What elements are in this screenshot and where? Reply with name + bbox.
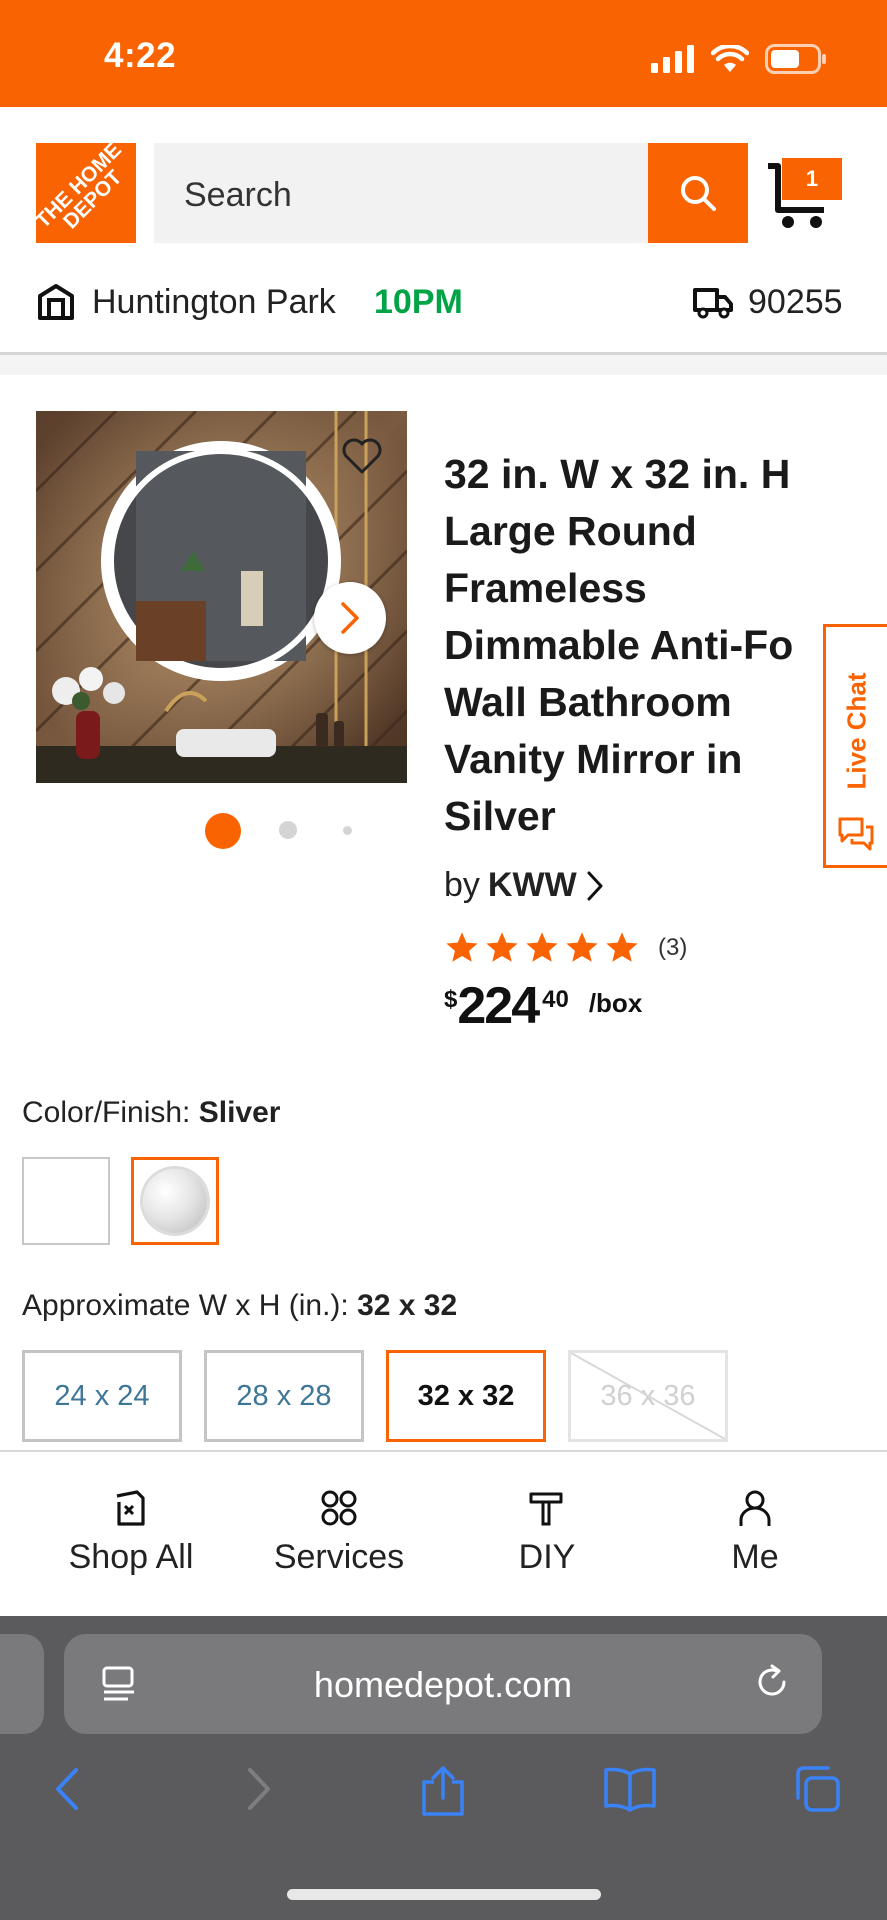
url-text: homedepot.com xyxy=(313,1664,573,1705)
diy-hammer-icon xyxy=(529,1492,563,1526)
star-icon xyxy=(446,932,478,962)
battery-icon xyxy=(765,44,826,74)
size-option-label: 24 x 24 xyxy=(54,1379,150,1412)
cart-button[interactable]: 1 xyxy=(766,152,858,232)
size-title: Approximate W x H (in.): xyxy=(22,1289,358,1322)
browser-chrome: homedepot.com xyxy=(0,1616,887,1920)
brand-name: KWW xyxy=(487,866,577,904)
size-option-unavailable[interactable]: 36 x 36 xyxy=(568,1350,728,1442)
home-depot-logo[interactable]: THE HOME DEPOT xyxy=(36,143,136,243)
home-indicator[interactable] xyxy=(287,1889,601,1900)
store-icon xyxy=(38,284,74,320)
back-icon[interactable] xyxy=(50,1764,86,1814)
chevron-right-icon xyxy=(341,602,359,634)
nav-services[interactable]: Services xyxy=(234,1452,444,1618)
rating-stars[interactable]: (3) xyxy=(444,930,687,966)
nav-label: Me xyxy=(731,1538,779,1576)
price-symbol: $ xyxy=(444,986,458,1013)
bottom-nav: Shop All Services DIY Me xyxy=(0,1450,887,1616)
nav-me[interactable]: Me xyxy=(650,1452,860,1618)
store-row[interactable]: Huntington Park 10PM 90255 xyxy=(0,268,887,354)
size-value: 32 x 32 xyxy=(357,1289,458,1322)
delivery-truck-icon xyxy=(693,288,733,319)
live-chat-label: Live Chat xyxy=(841,672,871,790)
tabs-icon[interactable] xyxy=(792,1764,844,1814)
color-finish-title: Color/Finish: xyxy=(22,1096,199,1129)
forward-icon[interactable] xyxy=(240,1764,276,1814)
rating-count: (3) xyxy=(658,934,688,961)
search-icon xyxy=(681,176,716,211)
search-placeholder: Search xyxy=(184,176,292,214)
nav-shop-all[interactable]: Shop All xyxy=(26,1452,236,1618)
nav-label: Services xyxy=(273,1538,405,1576)
person-icon xyxy=(739,1490,771,1526)
nav-diy[interactable]: DIY xyxy=(442,1452,652,1618)
chevron-right-icon xyxy=(587,871,603,900)
swatch-mirror-image xyxy=(143,1169,207,1233)
delivery-zip: 90255 xyxy=(748,283,843,321)
image-dot-active[interactable] xyxy=(205,813,241,849)
live-chat-button[interactable]: Live Chat xyxy=(823,624,887,868)
size-option[interactable]: 28 x 28 xyxy=(204,1350,364,1442)
brand-link[interactable]: by KWW xyxy=(444,866,605,905)
color-swatch-white[interactable] xyxy=(22,1157,110,1245)
logo-text: THE HOME DEPOT xyxy=(36,143,127,234)
address-bar[interactable]: homedepot.com xyxy=(64,1634,822,1734)
share-icon[interactable] xyxy=(418,1764,468,1818)
nav-label: Shop All xyxy=(68,1538,194,1576)
status-bar: 4:22 xyxy=(0,0,887,107)
color-finish-value: Sliver xyxy=(198,1096,281,1129)
size-label: Approximate W x H (in.): 32 x 32 xyxy=(22,1289,457,1323)
next-image-button[interactable] xyxy=(314,582,386,654)
shop-all-icon xyxy=(116,1490,145,1526)
size-option[interactable]: 24 x 24 xyxy=(22,1350,182,1442)
price-dollars: 224 xyxy=(457,977,540,1035)
size-option-label: 32 x 32 xyxy=(417,1379,515,1412)
previous-tab[interactable] xyxy=(0,1634,44,1734)
store-hours: 10PM xyxy=(374,283,463,321)
favorite-heart-icon[interactable] xyxy=(340,436,384,476)
price-cents: 40 xyxy=(542,986,569,1013)
product-title: 32 in. W x 32 in. H Large Round Frameles… xyxy=(444,451,794,839)
services-icon xyxy=(321,1490,357,1526)
price: $ 224 40 /box xyxy=(444,978,642,1034)
reload-icon[interactable] xyxy=(752,1662,792,1702)
image-dot[interactable] xyxy=(343,826,352,835)
nav-label: DIY xyxy=(518,1538,576,1576)
store-name: Huntington Park xyxy=(92,283,336,321)
image-dot[interactable] xyxy=(279,821,297,839)
search-button[interactable] xyxy=(648,143,748,243)
search-input[interactable]: Search xyxy=(154,143,648,243)
brand-by-text: by xyxy=(444,866,480,904)
cellular-signal-icon xyxy=(651,45,694,73)
bookmarks-icon[interactable] xyxy=(602,1764,658,1814)
size-option-label: 28 x 28 xyxy=(236,1379,332,1412)
status-icons xyxy=(651,44,827,74)
star-icon xyxy=(606,932,638,962)
star-icon xyxy=(566,932,598,962)
color-swatch-silver-selected[interactable] xyxy=(131,1157,219,1245)
chat-bubble-icon xyxy=(838,817,874,851)
cart-count-badge: 1 xyxy=(782,158,842,200)
price-unit: /box xyxy=(588,988,643,1018)
page: { "status_bar": { "time": "4:22" }, "hea… xyxy=(0,0,887,1920)
wifi-icon xyxy=(711,45,749,72)
color-finish-label: Color/Finish: Sliver xyxy=(22,1096,280,1130)
section-gap xyxy=(0,355,887,375)
star-icon xyxy=(486,932,518,962)
status-time: 4:22 xyxy=(104,36,177,75)
size-option-selected[interactable]: 32 x 32 xyxy=(386,1350,546,1442)
unavailable-strike xyxy=(571,1353,725,1439)
star-icon xyxy=(526,932,558,962)
